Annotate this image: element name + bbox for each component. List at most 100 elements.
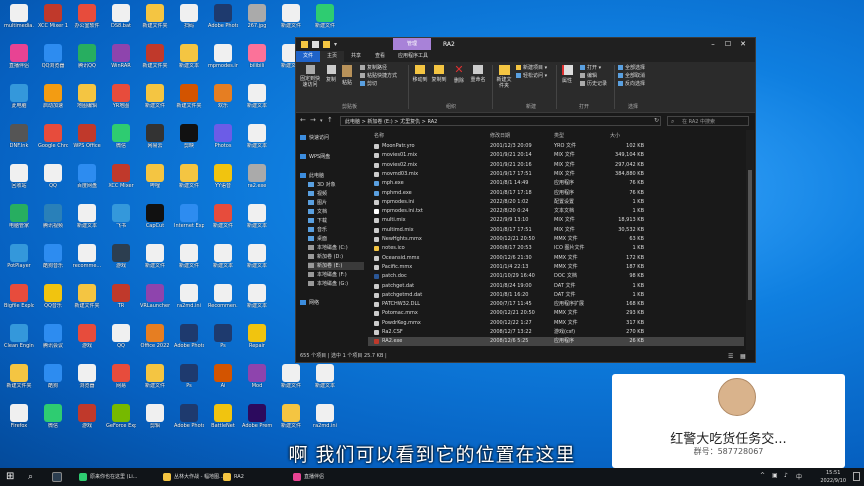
open-button[interactable]: 打开 ▾	[580, 65, 601, 72]
desktop-icon[interactable]: 新建文本	[310, 364, 340, 400]
back-arrow-icon[interactable]: ←	[300, 116, 306, 124]
system-clock[interactable]: 15:51 2022/9/10	[820, 469, 846, 485]
task-view-icon[interactable]	[52, 472, 62, 482]
file-row[interactable]: notes.ico 2000/8/17 20:53 ICO 图片文件 1 KB	[368, 244, 744, 253]
tiles-view-icon[interactable]: ▦	[740, 351, 746, 362]
search-input[interactable]: 在 RA2 中搜索	[667, 116, 749, 126]
edit-button[interactable]: 编辑	[580, 73, 597, 80]
desktop-icon[interactable]: QQ浏览器	[38, 44, 68, 80]
desktop-icon[interactable]: XCC Mixer 1.47	[38, 4, 68, 40]
new-folder-icon[interactable]	[323, 41, 330, 48]
tab-share[interactable]: 共享	[344, 51, 368, 62]
file-row[interactable]: Ra2.CSF 2008/12/7 13:22 游戏(csf) 270 KB	[368, 328, 744, 337]
file-row[interactable]: PATCHW32.DLL 2000/7/17 11:45 应用程序扩展 168 KB	[368, 300, 744, 309]
nav-item[interactable]: 新加卷 (E:)	[308, 262, 364, 270]
notification-icon[interactable]	[853, 472, 860, 481]
desktop-icon[interactable]: 扫码	[174, 4, 204, 40]
close-button[interactable]: ✕	[736, 38, 750, 50]
address-input[interactable]: 此电脑 > 新加卷 (E:) > 尤里复仇 > RA2	[340, 116, 661, 126]
taskbar-window-button[interactable]: RA2	[220, 470, 270, 484]
file-row[interactable]: mpmodes.ini 2022/8/20 1:02 配置设置 1 KB	[368, 198, 744, 207]
nav-item[interactable]: 新加卷 (D:)	[308, 253, 364, 261]
desktop-icon[interactable]: Ai	[208, 364, 238, 400]
pin-quick-access-button[interactable]: 固定到快速访问	[298, 65, 322, 88]
tab-view[interactable]: 查看	[368, 51, 392, 62]
tab-home[interactable]: 主页	[320, 51, 344, 62]
desktop-icon[interactable]: 游戏	[106, 244, 136, 280]
nav-item[interactable]: 本地磁盘 (F:)	[308, 271, 364, 279]
desktop-icon[interactable]: CapCut	[140, 204, 170, 240]
desktop-icon[interactable]: 新建文件	[140, 364, 170, 400]
file-row[interactable]: MoonPatr.yro 2001/12/3 20:09 YRO 文件 102 KB	[368, 142, 744, 151]
desktop-icon[interactable]: 新建文本	[242, 204, 272, 240]
desktop-icon[interactable]: 启动加速	[38, 84, 68, 120]
move-to-button[interactable]: 移动到	[412, 65, 428, 83]
desktop-icon[interactable]: Mod	[242, 364, 272, 400]
desktop-icon[interactable]: 办公室软件	[72, 4, 102, 40]
desktop-icon[interactable]: 新建文件夹	[72, 284, 102, 320]
desktop-icon[interactable]: ra2md.ini	[174, 284, 204, 320]
desktop-icon[interactable]: Google Chrome	[38, 124, 68, 160]
desktop-icon[interactable]: 此电脑	[4, 84, 34, 120]
desktop-icon[interactable]: Photos	[208, 124, 238, 160]
quick-access-dropdown-icon[interactable]: ▾	[334, 41, 339, 48]
file-row[interactable]: multimd.mix 2001/8/17 17:51 MIX 文件 30,532 K…	[368, 226, 744, 235]
desktop-icon[interactable]: 网易	[106, 364, 136, 400]
column-header-name[interactable]: 名称	[374, 132, 384, 139]
file-row[interactable]: patch.doc 2001/10/29 16:40 DOC 文档 98 KB	[368, 272, 744, 281]
desktop-icon[interactable]: 腾讯视频	[38, 204, 68, 240]
desktop-icon[interactable]: 新建文件夹	[140, 4, 170, 40]
nav-item[interactable]: 音乐	[308, 226, 364, 234]
desktop-icon[interactable]: 回收站	[4, 164, 34, 200]
desktop-icon[interactable]: 酷狗音乐	[38, 244, 68, 280]
file-row[interactable]: patchgetmd.dat 2001/8/1 16:20 DAT 文件 1 KB	[368, 291, 744, 300]
desktop-icon[interactable]: QQ	[106, 324, 136, 360]
desktop-icon[interactable]: 微信	[38, 404, 68, 440]
copy-to-button[interactable]: 复制到	[431, 65, 447, 83]
desktop-icon[interactable]: mpmodes.ini	[208, 44, 238, 80]
nav-item[interactable]: 本地磁盘 (C:)	[308, 244, 364, 252]
select-none-button[interactable]: 全部取消	[618, 73, 645, 80]
desktop-icon[interactable]: ra2md.ini	[310, 404, 340, 440]
desktop-icon[interactable]: 新建文件	[208, 204, 238, 240]
taskbar-window-button[interactable]: 原来你也在这里 (Li...	[76, 470, 156, 484]
search-icon[interactable]: ⌕	[28, 471, 33, 483]
desktop-icon[interactable]: 飞书	[106, 204, 136, 240]
file-row[interactable]: Oceansid.mmx 2000/12/6 21:30 MMX 文件 172 KB	[368, 254, 744, 263]
minimize-button[interactable]: –	[706, 38, 720, 50]
desktop-icon[interactable]: 微信	[106, 124, 136, 160]
copy-path-button[interactable]: 复制路径	[360, 65, 387, 72]
desktop-icon[interactable]: 网易云	[140, 124, 170, 160]
desktop-icon[interactable]: 新建文本	[242, 244, 272, 280]
file-row[interactable]: PowdrKeg.mmx 2000/12/22 1:27 MMX 文件 317 KB	[368, 319, 744, 328]
easy-access-button[interactable]: 轻松访问 ▾	[516, 73, 547, 80]
desktop-icon[interactable]: Adobe Premiere	[242, 404, 272, 440]
desktop-icon[interactable]: 新建文本	[242, 124, 272, 160]
desktop-icon[interactable]: multimedia.mix	[4, 4, 34, 40]
nav-item[interactable]: WPS网盘	[300, 153, 364, 161]
desktop-icon[interactable]: 游戏	[72, 324, 102, 360]
context-tab-manage[interactable]: 管理	[393, 38, 431, 50]
desktop-icon[interactable]: VRLauncher	[140, 284, 170, 320]
nav-item[interactable]: 3D 对象	[308, 181, 364, 189]
cut-button[interactable]: 剪切	[360, 81, 377, 88]
desktop-icon[interactable]: WinRAR	[106, 44, 136, 80]
desktop-icon[interactable]: Office 2022	[140, 324, 170, 360]
delete-button[interactable]: ✕ 删除	[453, 64, 465, 84]
desktop-icon[interactable]: PotPlayer	[4, 244, 34, 280]
file-row[interactable]: mpmodes.ini.txt 2022/8/20 0:24 文本文档 1 KB	[368, 207, 744, 216]
ime-icon[interactable]: 中	[796, 472, 802, 481]
maximize-button[interactable]: ☐	[721, 38, 735, 50]
properties-icon[interactable]	[312, 41, 319, 48]
desktop-icon[interactable]: 百度网盘	[72, 164, 102, 200]
desktop-icon[interactable]: YR地图	[106, 84, 136, 120]
details-view-icon[interactable]: ☰	[728, 351, 733, 362]
desktop-icon[interactable]: QQ	[38, 164, 68, 200]
file-row[interactable]: multi.mix 2022/9/9 13:10 MIX 文件 18,913 KB	[368, 216, 744, 225]
file-row[interactable]: Potomac.mmx 2000/12/21 20:50 MMX 文件 293 KB	[368, 309, 744, 318]
desktop-icon[interactable]: 新建文件	[276, 404, 306, 440]
desktop-icon[interactable]: Bigfile Explorer	[4, 284, 34, 320]
desktop-icon[interactable]: 酷狗	[38, 364, 68, 400]
desktop-icon[interactable]: 267.jpg	[242, 4, 272, 40]
tab-app-tools[interactable]: 应用程序工具	[393, 51, 433, 62]
